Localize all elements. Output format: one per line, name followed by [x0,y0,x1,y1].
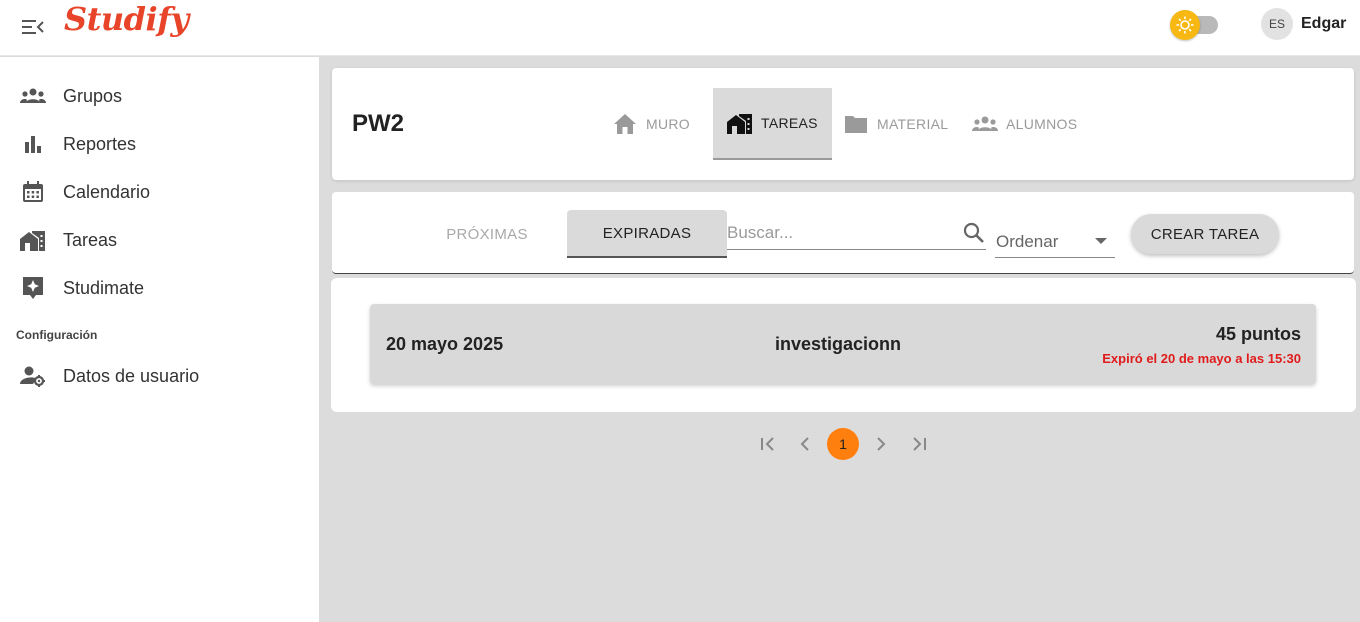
sidebar-item-studimate[interactable]: Studimate [0,266,319,310]
task-filter-bar: PRÓXIMAS EXPIRADAS Ordenar CREAR TAREA [332,192,1354,274]
tasks-icon [727,110,753,136]
create-task-button[interactable]: CREAR TAREA [1131,214,1279,254]
sidebar-item-tareas[interactable]: Tareas [0,218,319,262]
search-field [727,218,986,250]
top-bar: Studify ES Edgar [0,0,1360,56]
tab-expiradas[interactable]: EXPIRADAS [567,210,727,258]
students-icon [972,111,998,137]
task-list: 20 mayo 2025 investigacionn 45 puntos Ex… [331,278,1356,412]
chevron-left-icon[interactable] [789,428,821,460]
menu-collapse-icon[interactable] [18,12,48,42]
tab-label: ALUMNOS [1006,116,1078,132]
task-points: 45 puntos [1215,324,1301,344]
app-logo[interactable]: Studify [64,0,189,38]
user-name: Edgar [1301,15,1347,32]
group-header-card: PW2 MURO TAREAS MATERIAL ALUMNOS [332,68,1354,180]
sparkle-icon [20,275,46,301]
page-button-current[interactable]: 1 [827,428,859,460]
bar-chart-icon [20,131,46,157]
sidebar-item-datos-de-usuario[interactable]: Datos de usuario [0,354,319,398]
chevron-right-icon[interactable] [865,428,897,460]
caret-down-icon [1095,238,1107,244]
tab-material[interactable]: MATERIAL [843,88,948,160]
task-date: 20 mayo 2025 [386,334,504,354]
sidebar-item-label: Calendario [63,181,151,202]
sidebar-item-calendario[interactable]: Calendario [0,170,319,214]
tab-alumnos[interactable]: ALUMNOS [972,88,1077,160]
sun-icon [1170,10,1200,40]
user-menu[interactable]: ES Edgar [1261,8,1346,40]
tab-tareas[interactable]: TAREAS [713,88,832,160]
tasks-icon [20,227,46,253]
sidebar-item-label: Grupos [63,85,123,106]
home-icon [612,111,638,137]
avatar: ES [1261,8,1293,40]
search-input[interactable] [727,218,952,248]
sidebar-item-label: Studimate [63,277,145,298]
order-select[interactable]: Ordenar [995,224,1115,258]
user-settings-icon [20,363,46,389]
calendar-icon [20,179,46,205]
sidebar-item-reportes[interactable]: Reportes [0,122,319,166]
search-icon[interactable] [962,221,986,245]
tab-label: MURO [646,116,690,132]
task-title: investigacionn [775,334,902,354]
first-page-icon[interactable] [752,428,784,460]
sidebar-item-label: Tareas [63,229,118,250]
sidebar-item-label: Reportes [63,133,137,154]
group-title: PW2 [352,110,405,137]
groups-icon [20,83,46,109]
task-expired-status: Expiró el 20 de mayo a las 15:30 [1102,351,1301,366]
sidebar-item-grupos[interactable]: Grupos [0,74,319,118]
tab-label: TAREAS [761,115,818,131]
theme-toggle[interactable] [1170,10,1220,40]
tab-proximas[interactable]: PRÓXIMAS [412,210,562,258]
folder-icon [843,111,869,137]
sidebar: Grupos Reportes Calendario Tareas Studim… [0,57,319,622]
task-row[interactable]: 20 mayo 2025 investigacionn 45 puntos Ex… [370,304,1316,384]
tab-label: MATERIAL [877,116,949,132]
tab-muro[interactable]: MURO [612,88,690,160]
sidebar-item-label: Datos de usuario [63,365,200,386]
last-page-icon[interactable] [903,428,935,460]
order-select-value: Ordenar [996,232,1059,251]
section-label-configuracion: Configuración [16,328,98,342]
